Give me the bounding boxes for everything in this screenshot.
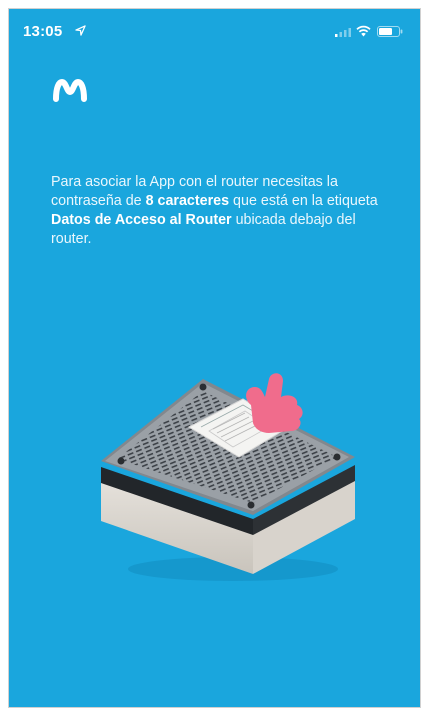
cellular-signal-icon <box>335 28 351 37</box>
instructions-text: Para asociar la App con el router necesi… <box>51 173 386 249</box>
instructions-part-2: que está en la etiqueta <box>229 193 378 210</box>
instructions-bold-label-name: Datos de Acceso al Router <box>51 212 232 229</box>
status-bar: 13:05 <box>9 9 420 53</box>
battery-icon <box>377 26 403 37</box>
status-time: 13:05 <box>23 23 63 40</box>
location-arrow-icon <box>75 25 86 36</box>
app-screen: 13:05 Para asociar la App con el router … <box>8 8 421 708</box>
wifi-icon <box>356 25 371 37</box>
movistar-m-logo-icon <box>53 79 87 102</box>
router-underside-label-icon <box>101 373 355 581</box>
instructions-bold-password-length: 8 caracteres <box>145 193 230 210</box>
